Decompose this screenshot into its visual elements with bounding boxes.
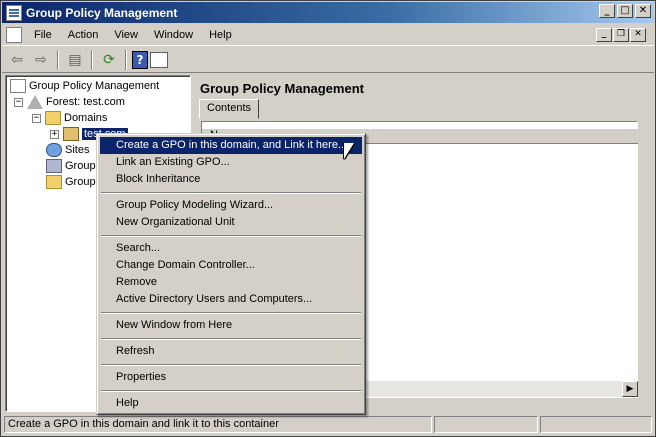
mdi-controls: _ ❐ ✕: [596, 28, 646, 42]
modeling-icon: [46, 159, 62, 173]
menu-separator: [100, 308, 362, 317]
menu-item-create-gpo[interactable]: Create a GPO in this domain, and Link it…: [100, 137, 362, 154]
tree-label-modeling: Group: [65, 160, 96, 172]
collapse-icon[interactable]: −: [32, 113, 41, 123]
mdi-minimize-button[interactable]: _: [596, 28, 612, 42]
tree-label-results: Group: [65, 176, 96, 188]
collapse-icon[interactable]: −: [14, 97, 23, 107]
minimize-button[interactable]: _: [599, 4, 615, 18]
tree-node-domains[interactable]: − Domains: [32, 110, 107, 126]
gpm-icon: [10, 79, 26, 93]
menu-separator: [100, 188, 362, 197]
tree-node-root[interactable]: Group Policy Management: [10, 78, 159, 94]
toolbar-separator: [57, 49, 59, 70]
document-icon[interactable]: [6, 26, 22, 43]
forest-icon: [27, 95, 43, 109]
tab-contents[interactable]: Contents: [199, 99, 260, 119]
maximize-button[interactable]: □: [617, 4, 633, 18]
menu-window[interactable]: Window: [146, 29, 201, 41]
window-title: Group Policy Management: [26, 5, 178, 20]
menu-item-refresh[interactable]: Refresh: [100, 343, 362, 360]
menu-item-link-existing-gpo[interactable]: Link an Existing GPO...: [100, 154, 362, 171]
pane-title: Group Policy Management: [200, 81, 364, 96]
domains-folder-icon: [45, 111, 61, 125]
status-cell-3: [540, 416, 652, 433]
domain-icon: [63, 127, 79, 141]
scroll-right-icon[interactable]: ▶: [622, 381, 638, 397]
menu-item-block-inheritance[interactable]: Block Inheritance: [100, 171, 362, 188]
tree-label-sites: Sites: [65, 144, 90, 156]
mdi-close-button[interactable]: ✕: [630, 28, 646, 42]
menu-action[interactable]: Action: [60, 29, 107, 41]
show-hide-tree-icon[interactable]: ▤: [64, 49, 86, 71]
tree-label-root: Group Policy Management: [29, 80, 160, 92]
menu-bar: File Action View Window Help _ ❐ ✕: [2, 24, 654, 46]
menu-item-search[interactable]: Search...: [100, 240, 362, 257]
gpm-app-icon: [6, 4, 22, 21]
status-bar: Create a GPO in this domain and link it …: [2, 414, 654, 435]
menu-separator: [100, 360, 362, 369]
toolbar-separator: [91, 49, 93, 70]
status-text: Create a GPO in this domain and link it …: [4, 416, 432, 433]
menu-help[interactable]: Help: [201, 29, 240, 41]
refresh-icon[interactable]: ⟳: [98, 49, 120, 71]
results-icon: [46, 175, 62, 189]
menu-item-properties[interactable]: Properties: [100, 369, 362, 386]
menu-item-aduc[interactable]: Active Directory Users and Computers...: [100, 291, 362, 308]
context-menu: Create a GPO in this domain, and Link it…: [96, 133, 366, 415]
app-window: Group Policy Management _ □ ✕ File Actio…: [0, 0, 656, 437]
sites-icon: [46, 143, 62, 157]
menu-item-change-dc[interactable]: Change Domain Controller...: [100, 257, 362, 274]
back-arrow-icon[interactable]: ⇦: [6, 49, 28, 71]
tree-node-results[interactable]: Group: [46, 174, 96, 190]
menu-item-modeling-wizard[interactable]: Group Policy Modeling Wizard...: [100, 197, 362, 214]
expand-icon[interactable]: +: [50, 129, 59, 139]
window-controls: _ □ ✕: [599, 4, 651, 18]
menu-file[interactable]: File: [26, 29, 60, 41]
menu-item-help[interactable]: Help: [100, 395, 362, 412]
toolbar-separator: [125, 49, 127, 70]
close-button[interactable]: ✕: [635, 4, 651, 18]
menu-item-new-ou[interactable]: New Organizational Unit: [100, 214, 362, 231]
title-bar[interactable]: Group Policy Management _ □ ✕: [2, 2, 654, 23]
tree-node-forest[interactable]: − Forest: test.com: [14, 94, 125, 110]
tree-label-domains: Domains: [64, 112, 108, 124]
tree-label-forest: Forest: test.com: [46, 96, 125, 108]
tree-node-sites[interactable]: Sites: [46, 142, 89, 158]
mdi-restore-button[interactable]: ❐: [613, 28, 629, 42]
menu-item-new-window[interactable]: New Window from Here: [100, 317, 362, 334]
menu-item-remove[interactable]: Remove: [100, 274, 362, 291]
forward-arrow-icon[interactable]: ⇨: [30, 49, 52, 71]
status-cell-2: [434, 416, 538, 433]
menu-separator: [100, 386, 362, 395]
menu-separator: [100, 231, 362, 240]
mouse-pointer-icon: [344, 143, 354, 159]
toolbar: ⇦ ⇨ ▤ ⟳ ?: [2, 47, 654, 73]
menu-view[interactable]: View: [106, 29, 146, 41]
menu-separator: [100, 334, 362, 343]
properties-icon[interactable]: [150, 51, 168, 68]
help-icon[interactable]: ?: [132, 50, 148, 69]
tree-node-modeling[interactable]: Group: [46, 158, 96, 174]
